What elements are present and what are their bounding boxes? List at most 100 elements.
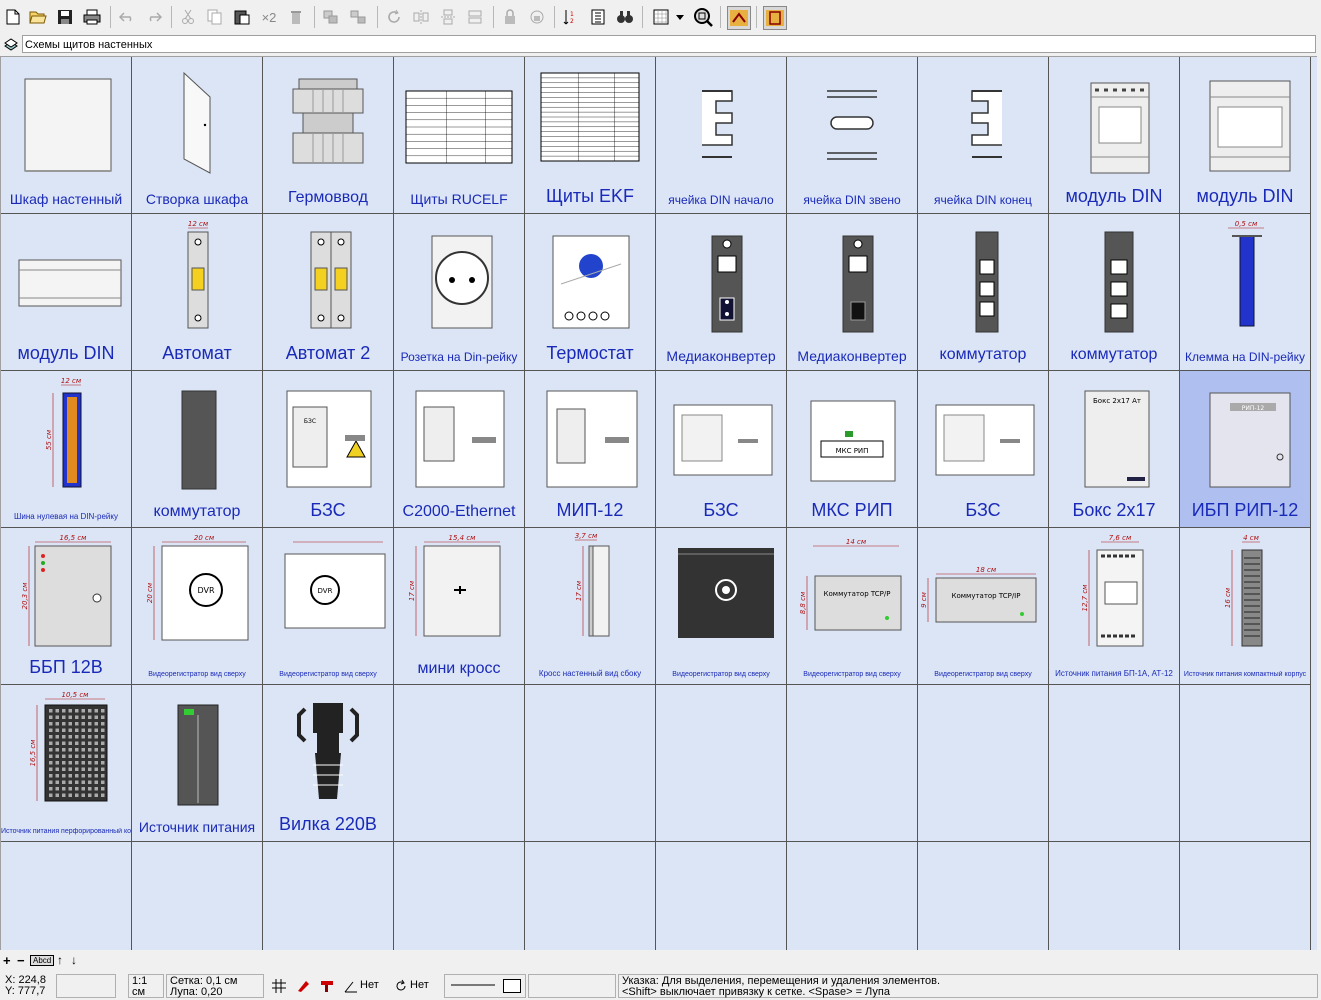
duplicate-icon[interactable]: ×2 xyxy=(258,6,280,28)
library-item[interactable]: DVR Видеорегистратор вид сверху xyxy=(263,528,394,685)
library-item[interactable]: ячейка DIN звено xyxy=(787,57,918,214)
library-item[interactable]: Источник питания xyxy=(132,685,263,842)
library-item[interactable]: МКС РИП МКС РИП xyxy=(787,371,918,528)
find-icon[interactable] xyxy=(614,6,636,28)
angle-snap-value[interactable]: Нет xyxy=(360,980,379,991)
chevron-down-icon[interactable] xyxy=(674,6,686,28)
empty-slot xyxy=(263,842,394,951)
library-item[interactable]: Вилка 220В xyxy=(263,685,394,842)
library-item[interactable]: Щиты RUCELF xyxy=(394,57,525,214)
library-item[interactable]: коммутатор xyxy=(918,214,1049,371)
remove-icon[interactable]: − xyxy=(17,953,25,968)
library-item[interactable]: 3,7 см 17 см Кросс настенный вид сбоку xyxy=(525,528,656,685)
grid-toggle-icon[interactable] xyxy=(272,979,286,993)
item-label: Видеорегистратор вид сверху xyxy=(148,671,246,678)
library-item[interactable]: Видеорегистратор вид сверху xyxy=(656,528,787,685)
angle-snap-icon[interactable] xyxy=(344,979,358,993)
rotate-snap-icon[interactable] xyxy=(394,979,408,993)
item-preview-image xyxy=(263,214,393,340)
library-item[interactable]: Бокс 2х17 Ат Бокс 2х17 xyxy=(1049,371,1180,528)
item-label: С2000-Ethernet xyxy=(402,503,516,520)
library-item[interactable]: 7,6 см 12,7 см Источник питания БП-1А, АТ-… xyxy=(1049,528,1180,685)
open-folder-icon[interactable] xyxy=(27,6,49,28)
move-up-icon[interactable]: ↑ xyxy=(57,953,63,967)
new-file-icon[interactable] xyxy=(2,6,24,28)
lock-icon[interactable] xyxy=(499,6,521,28)
rotate-snap-value[interactable]: Нет xyxy=(410,980,429,991)
library-item[interactable]: 14 см Коммутатор TCP/P 8,8 см Видеорегистра… xyxy=(787,528,918,685)
library-item[interactable]: модуль DIN xyxy=(1049,57,1180,214)
line-style-icon[interactable] xyxy=(451,984,495,987)
empty-slot xyxy=(1180,842,1311,951)
add-icon[interactable]: + xyxy=(3,953,11,968)
library-item[interactable]: БЗС xyxy=(918,371,1049,528)
library-item[interactable]: 18 см Коммутатор TCP/IP 9 см Видеорегистрат… xyxy=(918,528,1049,685)
library-item[interactable]: БЗС БЗС xyxy=(263,371,394,528)
flip-icon[interactable] xyxy=(464,6,486,28)
delete-icon[interactable] xyxy=(285,6,307,28)
path-field[interactable]: Схемы щитов настенных xyxy=(22,35,1316,53)
undo-icon[interactable] xyxy=(116,6,138,28)
zoom-icon[interactable] xyxy=(692,6,714,28)
library-item[interactable]: Розетка на Din-рейку xyxy=(394,214,525,371)
library-item[interactable]: Шкаф настенный xyxy=(1,57,132,214)
redo-icon[interactable] xyxy=(143,6,165,28)
shape-style-icon[interactable] xyxy=(503,979,521,993)
library-item[interactable]: РИП-12 ИБП РИП-12 xyxy=(1180,371,1311,528)
grid-icon[interactable] xyxy=(650,6,672,28)
group-icon[interactable] xyxy=(320,6,342,28)
unlock-icon[interactable] xyxy=(526,6,548,28)
library-item[interactable]: коммутатор xyxy=(132,371,263,528)
library-item[interactable]: 12 см Автомат xyxy=(132,214,263,371)
copy-icon[interactable] xyxy=(204,6,226,28)
save-icon[interactable] xyxy=(54,6,76,28)
empty-slot xyxy=(918,685,1049,842)
library-item[interactable]: модуль DIN xyxy=(1180,57,1311,214)
library-item[interactable]: 20 см DVR 20 см Видеорегистратор вид сверху xyxy=(132,528,263,685)
library-item[interactable]: МИП-12 xyxy=(525,371,656,528)
library-item[interactable]: ячейка DIN начало xyxy=(656,57,787,214)
library-item[interactable]: Гермоввод xyxy=(263,57,394,214)
library-item[interactable]: Термостат xyxy=(525,214,656,371)
ruler-icon[interactable] xyxy=(320,979,334,993)
layer-up-icon[interactable] xyxy=(727,6,751,30)
empty-slot xyxy=(525,685,656,842)
mirror-h-icon[interactable] xyxy=(410,6,432,28)
mirror-v-icon[interactable] xyxy=(437,6,459,28)
item-preview-image xyxy=(787,57,917,183)
library-item[interactable]: Створка шкафа xyxy=(132,57,263,214)
paste-icon[interactable] xyxy=(231,6,253,28)
text-style-icon[interactable]: Abcd xyxy=(30,955,55,966)
library-item[interactable]: 4 см 16 см Источник питания компактный кор… xyxy=(1180,528,1311,685)
item-preview-image xyxy=(132,57,262,183)
library-item[interactable]: Медиаконвертер xyxy=(656,214,787,371)
library-item[interactable]: коммутатор xyxy=(1049,214,1180,371)
library-item[interactable]: 10,5 см 16,5 см Источник питания перфориро… xyxy=(1,685,132,842)
move-down-icon[interactable]: ↓ xyxy=(71,953,77,967)
library-item[interactable]: модуль DIN xyxy=(1,214,132,371)
rotate-icon[interactable] xyxy=(383,6,405,28)
layer-down-icon[interactable] xyxy=(763,6,787,30)
library-item[interactable]: 15,4 см 17 см мини кросс xyxy=(394,528,525,685)
snap-magnet-icon[interactable] xyxy=(296,979,310,993)
item-label: Источник питания компактный корпус xyxy=(1183,671,1307,678)
library-item[interactable]: ячейка DIN конец xyxy=(918,57,1049,214)
library-item[interactable]: 12 см 55 см Шина нулевая на DIN-рейку xyxy=(1,371,132,528)
library-icon[interactable] xyxy=(3,37,19,53)
item-preview-image: 7,6 см 12,7 см xyxy=(1049,528,1179,654)
library-item[interactable]: 16,5 см 20,3 см ББП 12В xyxy=(1,528,132,685)
svg-text:8,8 см: 8,8 см xyxy=(799,591,807,614)
library-item[interactable]: Автомат 2 xyxy=(263,214,394,371)
library-item[interactable]: С2000-Ethernet xyxy=(394,371,525,528)
cut-icon[interactable] xyxy=(177,6,199,28)
numbering-icon[interactable]: 12 xyxy=(560,6,582,28)
svg-text:МКС РИП: МКС РИП xyxy=(836,447,869,455)
properties-icon[interactable] xyxy=(587,6,609,28)
ungroup-icon[interactable] xyxy=(347,6,369,28)
print-icon[interactable] xyxy=(81,6,103,28)
library-item[interactable]: 0,5 см Клемма на DIN-рейку xyxy=(1180,214,1311,371)
library-item[interactable]: Щиты EKF xyxy=(525,57,656,214)
item-label: ячейка DIN начало xyxy=(668,193,774,207)
library-item[interactable]: БЗС xyxy=(656,371,787,528)
library-item[interactable]: Медиаконвертер xyxy=(787,214,918,371)
